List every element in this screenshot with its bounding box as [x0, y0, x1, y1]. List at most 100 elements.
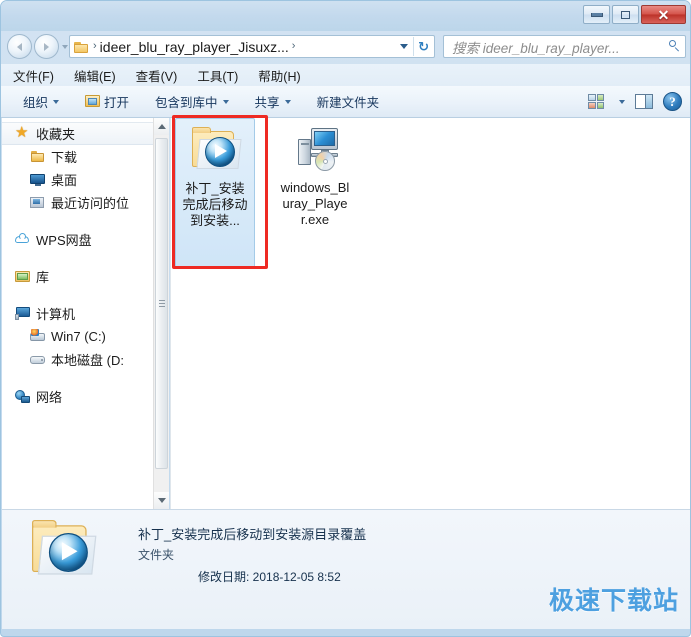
- include-in-library-button[interactable]: 包含到库中: [155, 92, 229, 111]
- file-list-pane[interactable]: 补丁_安​装完成​后移动​到安装... window​s_Blur: [170, 118, 690, 509]
- explorer-window: ✕ › ideer_blu_ray_player_Jisuxz... › ↻ 搜…: [0, 0, 691, 637]
- details-name: 补丁_安装完成后移动到安装源目录覆盖: [138, 527, 367, 542]
- nav-group-spacer: [2, 288, 154, 302]
- new-folder-button[interactable]: 新建文件夹: [317, 92, 380, 111]
- sidebar-item-label: 收藏夹: [36, 127, 76, 142]
- menu-bar: 文件(F) 编辑(E) 查看(V) 工具(T) 帮助(H): [1, 64, 690, 86]
- scroll-down-button[interactable]: [154, 492, 169, 509]
- sidebar-item-network[interactable]: 网络: [2, 385, 154, 408]
- library-icon: [15, 269, 31, 284]
- details-text: 补丁_安装完成后移动到安装源目录覆盖 文件夹 修改日期: 2018-12-05 …: [138, 524, 366, 585]
- menu-item-file[interactable]: 文件(F): [13, 66, 54, 85]
- minimize-icon: [590, 12, 603, 17]
- file-item-folder[interactable]: 补丁_安​装完成​后移动​到安装...: [175, 118, 255, 268]
- navigation-buttons: [7, 34, 68, 59]
- maximize-icon: [621, 10, 630, 19]
- close-icon: ✕: [657, 6, 670, 23]
- command-bar: 组织 打开 包含到库中 共享 新建文件夹 ?: [1, 86, 690, 118]
- command-bar-right: ?: [588, 92, 682, 111]
- minimize-button[interactable]: [583, 5, 610, 24]
- sidebar-item-local-disk-d[interactable]: 本地磁盘 (D:: [2, 348, 154, 371]
- sidebar-item-win7-c[interactable]: Win7 (C:): [2, 325, 154, 348]
- sidebar-item-wps-cloud[interactable]: WPS网盘: [2, 228, 154, 251]
- sidebar-item-recent-places[interactable]: 最近访问的位: [2, 191, 154, 214]
- navigation-pane-scrollbar[interactable]: [153, 118, 169, 509]
- watermark-text: 极速下载站: [548, 587, 679, 615]
- file-tiles: 补丁_安​装完成​后移动​到安装... window​s_Blur: [171, 118, 355, 268]
- sidebar-item-computer[interactable]: 计算机: [2, 302, 154, 325]
- sidebar-item-desktop[interactable]: 桌面: [2, 168, 154, 191]
- recent-locations-chevron-down-icon[interactable]: [62, 44, 68, 49]
- view-chevron-down-icon[interactable]: [619, 99, 625, 104]
- maximize-button[interactable]: [612, 5, 639, 24]
- sidebar-item-label: Win7 (C:): [51, 329, 106, 344]
- sidebar-item-label: 库: [36, 270, 50, 285]
- breadcrumb-path[interactable]: ideer_blu_ray_player_Jisuxz...: [100, 39, 289, 55]
- breadcrumb-separator-icon: ›: [93, 40, 97, 52]
- computer-icon: [15, 306, 31, 321]
- sidebar-item-libraries[interactable]: 库: [2, 265, 154, 288]
- open-label: 打开: [104, 96, 130, 110]
- search-box[interactable]: 搜索 ideer_blu_ray_player...: [443, 35, 686, 58]
- sidebar-item-downloads[interactable]: 下载: [2, 145, 154, 168]
- change-view-icon[interactable]: [588, 94, 604, 109]
- menu-item-edit[interactable]: 编辑(E): [74, 66, 116, 85]
- details-modified-date: 修改日期: 2018-12-05 8:52: [198, 570, 341, 584]
- sidebar-item-label: 计算机: [36, 307, 76, 322]
- navigation-pane: 收藏夹 下载 桌面 最近访问的位 WPS网盘: [2, 118, 154, 509]
- scrollbar-grip-icon: [159, 299, 165, 308]
- organize-label: 组织: [23, 96, 49, 110]
- chevron-down-icon: [284, 99, 291, 104]
- search-input[interactable]: 搜索 ideer_blu_ray_player...: [452, 37, 664, 57]
- folder-icon: [74, 41, 89, 53]
- windows-drive-icon: [30, 329, 46, 344]
- sidebar-item-label: WPS网盘: [36, 233, 92, 248]
- title-bar: ✕: [1, 1, 690, 31]
- chevron-down-icon: [222, 99, 229, 104]
- breadcrumb-separator-trailing-icon[interactable]: ›: [292, 41, 296, 52]
- nav-group-spacer: [2, 214, 154, 228]
- nav-group-spacer: [2, 371, 154, 385]
- folder-icon: [30, 149, 46, 164]
- address-bar[interactable]: › ideer_blu_ray_player_Jisuxz... › ↻: [69, 35, 435, 58]
- file-item-exe[interactable]: window​s_Bluray​_Player.​exe: [275, 118, 355, 268]
- open-folder-icon: [85, 95, 101, 108]
- details-pane: 补丁_安装完成后移动到安装源目录覆盖 文件夹 修改日期: 2018-12-05 …: [2, 509, 690, 629]
- cloud-icon: [15, 232, 31, 247]
- help-icon[interactable]: ?: [663, 92, 682, 111]
- sidebar-item-label: 桌面: [51, 173, 78, 188]
- details-folder-media-icon: [32, 520, 97, 580]
- body-area: 收藏夹 下载 桌面 最近访问的位 WPS网盘: [1, 118, 690, 509]
- sidebar-item-label: 最近访问的位: [51, 196, 130, 211]
- file-item-label: 补丁_安​装完成​后移动​到安装...: [182, 181, 248, 228]
- network-icon: [15, 389, 31, 404]
- address-row: › ideer_blu_ray_player_Jisuxz... › ↻ 搜索 …: [1, 31, 690, 63]
- menu-item-help[interactable]: 帮助(H): [258, 66, 300, 85]
- address-chevron-down-icon[interactable]: [400, 44, 409, 49]
- share-label: 共享: [254, 96, 280, 110]
- sidebar-item-favorites[interactable]: 收藏夹: [2, 122, 154, 145]
- forward-button[interactable]: [34, 34, 59, 59]
- include-in-library-label: 包含到库中: [155, 96, 218, 110]
- details-type: 文件夹: [138, 548, 175, 562]
- chevron-down-icon: [53, 99, 60, 104]
- menu-item-tools[interactable]: 工具(T): [197, 66, 238, 85]
- organize-button[interactable]: 组织: [23, 92, 60, 111]
- sidebar-item-label: 本地磁盘 (D:: [51, 353, 124, 368]
- new-folder-label: 新建文件夹: [316, 96, 380, 110]
- nav-list: 收藏夹 下载 桌面 最近访问的位 WPS网盘: [2, 118, 154, 408]
- close-button[interactable]: ✕: [641, 5, 686, 24]
- star-icon: [15, 123, 31, 141]
- chevron-down-icon: [157, 498, 166, 503]
- refresh-icon[interactable]: ↻: [418, 40, 429, 53]
- file-item-label: window​s_Bluray​_Player.​exe: [280, 180, 350, 227]
- scroll-up-button[interactable]: [154, 118, 169, 135]
- scrollbar-thumb[interactable]: [155, 138, 168, 469]
- preview-pane-icon[interactable]: [635, 94, 653, 109]
- back-button[interactable]: [7, 34, 32, 59]
- search-icon: [668, 40, 681, 53]
- open-button[interactable]: 打开: [85, 92, 129, 111]
- sidebar-item-label: 下载: [51, 150, 78, 165]
- share-button[interactable]: 共享: [255, 92, 291, 111]
- menu-item-view[interactable]: 查看(V): [136, 66, 178, 85]
